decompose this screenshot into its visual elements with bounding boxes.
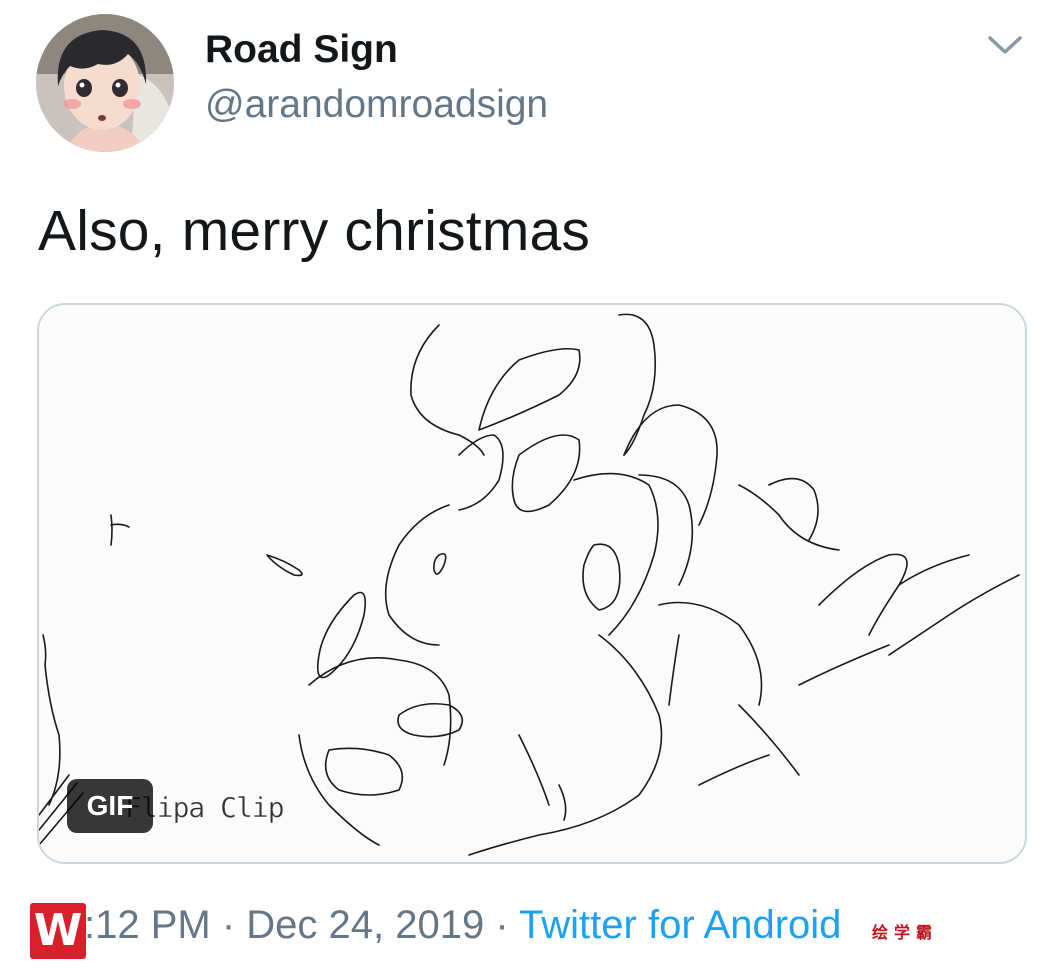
tweet-source-link[interactable]: Twitter for Android <box>519 903 841 947</box>
chevron-down-icon <box>988 36 1022 54</box>
watermark-text: 绘学霸 <box>872 923 939 942</box>
sketch-animation-frame <box>39 305 1025 862</box>
author-handle[interactable]: @arandomroadsign <box>205 83 548 127</box>
gif-badge: GIF <box>67 779 153 833</box>
avatar[interactable] <box>36 14 174 152</box>
avatar-illustration <box>36 14 174 152</box>
author-display-name[interactable]: Road Sign <box>205 28 398 72</box>
watermark-logo-letter: W <box>33 905 83 956</box>
meta-separator: · <box>484 903 520 947</box>
tweet-text: Also, merry christmas <box>38 199 591 263</box>
watermark-logo: W <box>30 903 86 959</box>
tweet-date[interactable]: Dec 24, 2019 <box>246 903 484 947</box>
tweet-time[interactable]: :12 PM <box>84 903 211 947</box>
gif-media[interactable]: Flipa Clip GIF <box>37 303 1027 864</box>
meta-separator: · <box>210 903 247 947</box>
tweet-metadata: :12 PM · Dec 24, 2019 · Twitter for Andr… <box>84 903 841 948</box>
tweet-menu-button[interactable] <box>982 28 1028 64</box>
